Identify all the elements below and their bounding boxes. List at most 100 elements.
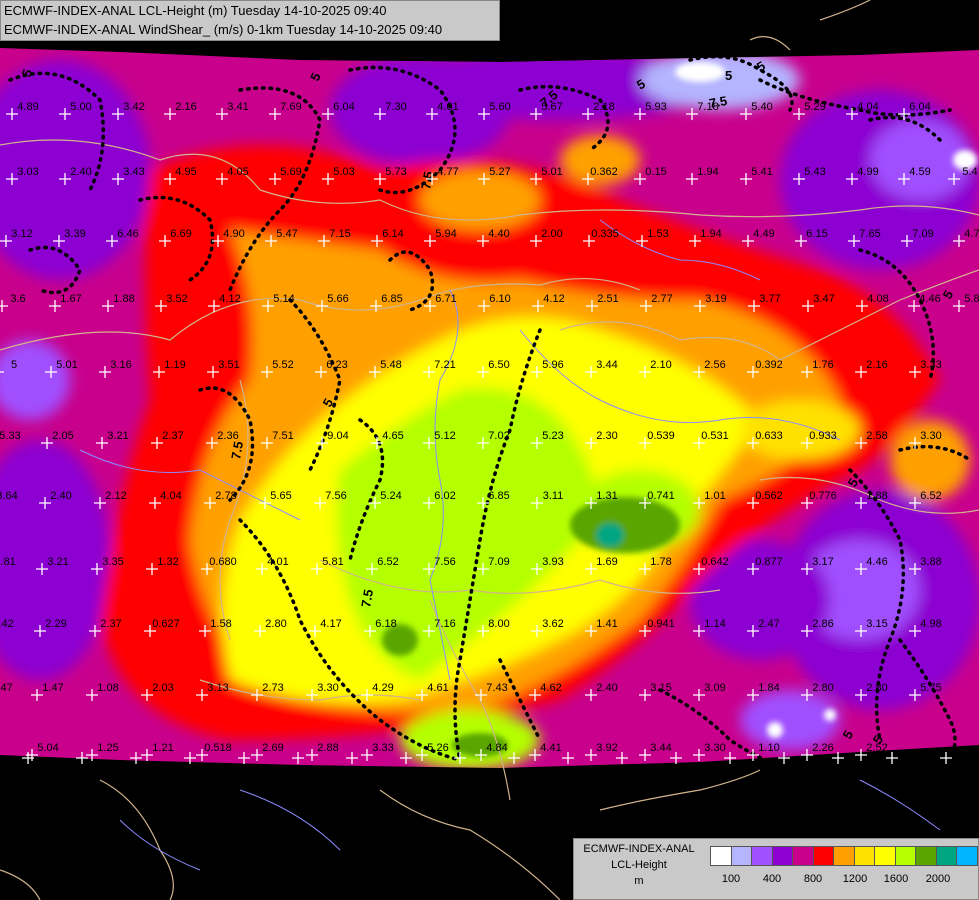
grid-value-label: 0.15 bbox=[645, 166, 666, 178]
grid-value-label: 6.85 bbox=[488, 490, 509, 502]
grid-value-label: 3.33 bbox=[920, 359, 941, 371]
grid-value-label: 5.23 bbox=[542, 430, 563, 442]
grid-value-label: 3.16 bbox=[110, 359, 131, 371]
grid-value-label: 1.53 bbox=[647, 228, 668, 240]
grid-value-label: 3.47 bbox=[813, 293, 834, 305]
grid-value-label: 3.30 bbox=[317, 682, 338, 694]
grid-value-label: 3.6 bbox=[10, 293, 25, 305]
grid-value-label: 3.42 bbox=[123, 101, 144, 113]
grid-value-label: 4.49 bbox=[753, 228, 774, 240]
legend-swatch bbox=[894, 846, 917, 866]
grid-value-label: 2.78 bbox=[215, 490, 236, 502]
grid-value-label: 3.21 bbox=[47, 556, 68, 568]
grid-value-label: 2.36 bbox=[217, 430, 238, 442]
grid-value-label: 5.81 bbox=[322, 556, 343, 568]
grid-value-label: 4.04 bbox=[857, 101, 878, 113]
grid-value-label: 7.43 bbox=[486, 682, 507, 694]
grid-value-label: 3.93 bbox=[542, 556, 563, 568]
grid-value-label: 1.21 bbox=[152, 742, 173, 754]
grid-value-label: 7.51 bbox=[272, 430, 293, 442]
grid-value-label: 2.58 bbox=[866, 430, 887, 442]
grid-value-label: 0.562 bbox=[755, 490, 783, 502]
grid-value-label: 6.04 bbox=[333, 101, 354, 113]
grid-value-label: 5.60 bbox=[489, 101, 510, 113]
grid-value-label: 2.77 bbox=[651, 293, 672, 305]
grid-value-label: 3.30 bbox=[920, 430, 941, 442]
grid-value-label: 4.01 bbox=[437, 101, 458, 113]
grid-value-label: 4.04 bbox=[160, 490, 181, 502]
grid-value-label: 2.37 bbox=[162, 430, 183, 442]
grid-value-label: 3.39 bbox=[64, 228, 85, 240]
grid-value-label: 6.52 bbox=[920, 490, 941, 502]
grid-value-label: 1.94 bbox=[700, 228, 721, 240]
grid-value-label: 2.18 bbox=[593, 101, 614, 113]
grid-value-label: 2.05 bbox=[52, 430, 73, 442]
legend-swatch bbox=[874, 846, 896, 866]
grid-value-label: 2.86 bbox=[812, 618, 833, 630]
grid-value-label: 1.88 bbox=[866, 490, 887, 502]
grid-value-label: 3.35 bbox=[102, 556, 123, 568]
grid-value-label: 5.14 bbox=[273, 293, 294, 305]
grid-value-label: 5.65 bbox=[270, 490, 291, 502]
grid-value-label: 0.539 bbox=[647, 430, 675, 442]
grid-value-label: 5.00 bbox=[70, 101, 91, 113]
legend-tick-label: 800 bbox=[803, 873, 823, 885]
grid-value-label: 4.62 bbox=[540, 682, 561, 694]
grid-value-label: 5.41 bbox=[751, 166, 772, 178]
grid-value-label: 2.40 bbox=[596, 682, 617, 694]
grid-value-label: 6.69 bbox=[170, 228, 191, 240]
grid-value-label: 3.44 bbox=[650, 742, 671, 754]
grid-value-label: 5.01 bbox=[56, 359, 77, 371]
grid-value-label: 7.18 bbox=[697, 101, 718, 113]
grid-value-label: 3.88 bbox=[920, 556, 941, 568]
grid-value-label: 6.71 bbox=[435, 293, 456, 305]
grid-value-label: 7.69 bbox=[280, 101, 301, 113]
grid-value-label: 3.62 bbox=[542, 618, 563, 630]
grid-value-label: 6.04 bbox=[909, 101, 930, 113]
grid-value-label: 0.877 bbox=[755, 556, 783, 568]
legend-swatch bbox=[812, 846, 835, 866]
legend-swatch bbox=[710, 846, 732, 866]
grid-value-label: 3.41 bbox=[227, 101, 248, 113]
grid-value-label: 0.776 bbox=[809, 490, 837, 502]
grid-value-label: 5.03 bbox=[333, 166, 354, 178]
grid-value-label: 3.19 bbox=[705, 293, 726, 305]
grid-value-label: 1.01 bbox=[704, 490, 725, 502]
grid-value-label: 4.90 bbox=[223, 228, 244, 240]
lcl-height-map[interactable]: 5 555557.57.57.57.57.55555 4.89 5.00 3.42 2.… bbox=[0, 0, 979, 900]
grid-value-label: 4.05 bbox=[227, 166, 248, 178]
grid-value-label: 2.47 bbox=[758, 618, 779, 630]
grid-value-label: 4.42 bbox=[0, 618, 14, 630]
grid-value-label: 4.59 bbox=[909, 166, 930, 178]
grid-value-label: 5.40 bbox=[751, 101, 772, 113]
grid-value-label: 1.58 bbox=[210, 618, 231, 630]
grid-value-label: 3.11 bbox=[543, 490, 564, 502]
grid-value-label: 2.03 bbox=[152, 682, 173, 694]
legend-swatch bbox=[751, 846, 773, 866]
map-viewer: { "header": { "line1": "ECMWF-INDEX-ANAL… bbox=[0, 0, 979, 900]
grid-value-label: 6.15 bbox=[806, 228, 827, 240]
grid-value-label: 2.12 bbox=[105, 490, 126, 502]
grid-value-label: 7.09 bbox=[488, 556, 509, 568]
grid-value-label: 4.29 bbox=[372, 682, 393, 694]
grid-value-label: 6.46 bbox=[117, 228, 138, 240]
grid-value-label: 5.12 bbox=[434, 430, 455, 442]
grid-value-label: 4.46 bbox=[866, 556, 887, 568]
grid-value-label: 3.33 bbox=[372, 742, 393, 754]
grid-value-label: 3.92 bbox=[596, 742, 617, 754]
grid-value-label: 5.93 bbox=[645, 101, 666, 113]
grid-value-label: 6.52 bbox=[377, 556, 398, 568]
grid-value-label: 0.680 bbox=[209, 556, 237, 568]
grid-value-label: 4.12 bbox=[543, 293, 564, 305]
grid-value-label: 5.67 bbox=[541, 101, 562, 113]
grid-value-label: 0.941 bbox=[647, 618, 675, 630]
grid-value-label: 2.47 bbox=[0, 682, 13, 694]
grid-value-label: 0.335 bbox=[591, 228, 619, 240]
header-line-2: ECMWF-INDEX-ANAL WindShear_ (m/s) 0-1km … bbox=[4, 22, 443, 37]
grid-value-label: 5.73 bbox=[385, 166, 406, 178]
grid-value-label: 0.741 bbox=[647, 490, 675, 502]
legend-swatch bbox=[833, 846, 855, 866]
grid-value-label: 1.14 bbox=[704, 618, 725, 630]
grid-value-label: 7.30 bbox=[385, 101, 406, 113]
grid-value-label: 1.08 bbox=[97, 682, 118, 694]
